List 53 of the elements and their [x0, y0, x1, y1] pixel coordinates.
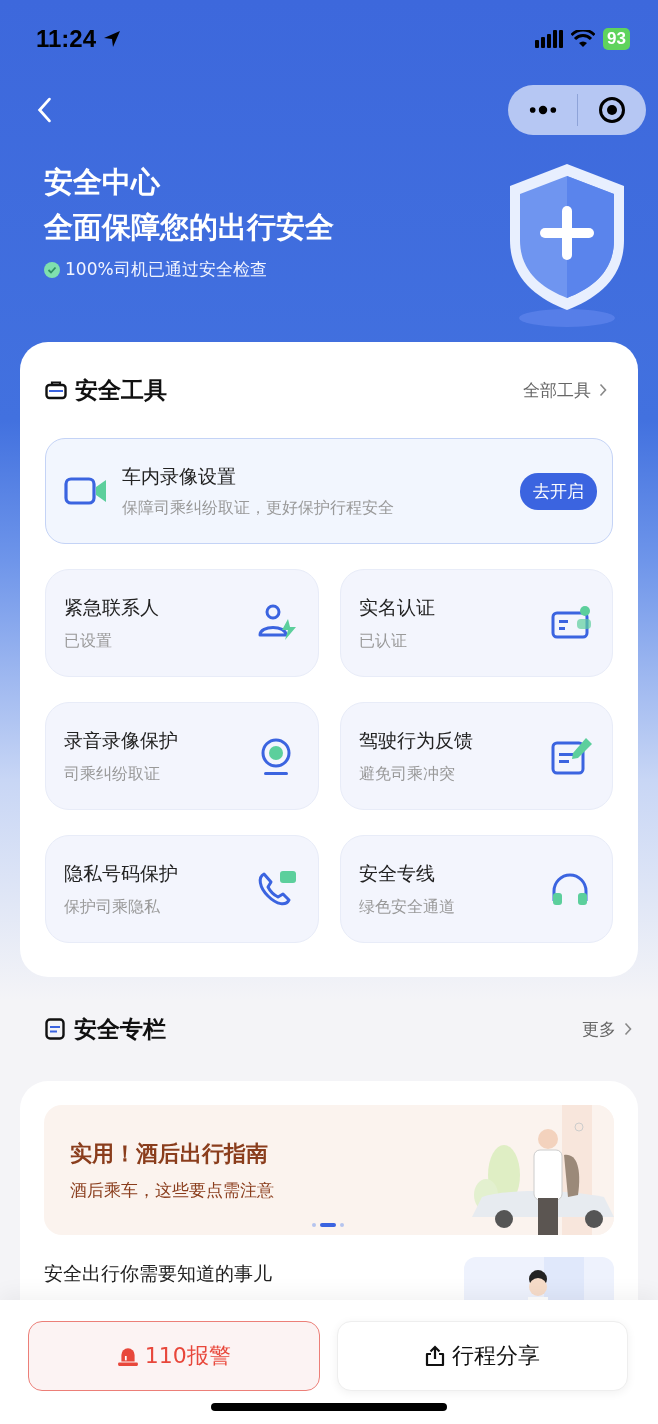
- tool-status: 已认证: [358, 630, 408, 652]
- tool-tile[interactable]: 安全专线 绿色安全通道: [339, 835, 613, 943]
- tool-tile[interactable]: 实名认证 已认证: [339, 569, 613, 677]
- tool-tile[interactable]: 隐私号码保护 保护司乘隐私: [45, 835, 319, 943]
- location-arrow-icon: [102, 29, 123, 49]
- tool-tile[interactable]: 紧急联系人 已设置: [45, 569, 319, 677]
- safety-note: 100%司机已通过安全检查: [65, 258, 267, 281]
- share-icon: [424, 1345, 447, 1367]
- tool-title: 紧急联系人: [64, 594, 160, 620]
- carousel-dot[interactable]: [340, 1223, 344, 1227]
- toolbox-icon: [45, 379, 67, 401]
- share-trip-button[interactable]: 行程分享: [336, 1321, 628, 1391]
- page-title: 安全中心: [44, 164, 161, 201]
- note-edit-icon: [550, 736, 594, 776]
- tool-title: 实名认证: [358, 594, 436, 620]
- tool-status: 避免司乘冲突: [358, 763, 456, 785]
- all-tools-link[interactable]: 全部工具: [523, 378, 591, 402]
- tool-status: 保护司乘隐私: [64, 896, 161, 918]
- tool-title: 安全专线: [358, 860, 436, 886]
- tool-title: 隐私号码保护: [64, 860, 179, 886]
- battery-indicator: 93: [603, 28, 630, 50]
- banner-description: 保障司乘纠纷取证，更好保护行程安全: [122, 497, 395, 519]
- banner-subtitle: 酒后乘车，这些要点需注意: [70, 1179, 275, 1202]
- chevron-right-icon[interactable]: [624, 1022, 632, 1036]
- tool-tile[interactable]: 驾驶行为反馈 避免司乘冲突: [339, 702, 613, 810]
- check-circle-icon: [44, 261, 60, 278]
- enable-button[interactable]: 去开启: [520, 472, 597, 510]
- tool-tile[interactable]: 录音录像保护 司乘纠纷取证: [45, 702, 319, 810]
- more-link[interactable]: 更多: [582, 1017, 616, 1041]
- back-icon[interactable]: [36, 97, 52, 123]
- tool-status: 已设置: [64, 630, 113, 652]
- status-time: 11:24: [36, 25, 97, 53]
- page-subtitle: 全面保障您的出行安全: [44, 209, 334, 246]
- video-setting-banner[interactable]: 车内录像设置 保障司乘纠纷取证，更好保护行程安全 去开启: [45, 438, 613, 544]
- tool-title: 驾驶行为反馈: [358, 727, 474, 753]
- document-icon: [44, 1018, 66, 1040]
- article-banner[interactable]: 实用！酒后出行指南 酒后乘车，这些要点需注意: [44, 1105, 614, 1235]
- tool-status: 绿色安全通道: [358, 896, 456, 918]
- chevron-right-icon[interactable]: [599, 383, 607, 397]
- tool-title: 录音录像保护: [64, 727, 179, 753]
- banner-headline: 实用！酒后出行指南: [70, 1140, 269, 1168]
- wifi-icon: [571, 30, 596, 48]
- carousel-dot[interactable]: [312, 1223, 316, 1227]
- tool-status: 司乘纠纷取证: [64, 763, 161, 785]
- section-title: 安全工具: [75, 375, 167, 405]
- article-title[interactable]: 安全出行你需要知道的事儿: [44, 1257, 272, 1287]
- banner-title: 车内录像设置: [122, 463, 237, 489]
- alarm-light-icon: [116, 1345, 139, 1367]
- signal-icon: [535, 30, 564, 48]
- video-camera-icon: [64, 476, 108, 506]
- section-title: 安全专栏: [74, 1014, 166, 1044]
- police-call-button[interactable]: 110报警: [28, 1321, 320, 1391]
- close-target-icon[interactable]: [596, 96, 627, 124]
